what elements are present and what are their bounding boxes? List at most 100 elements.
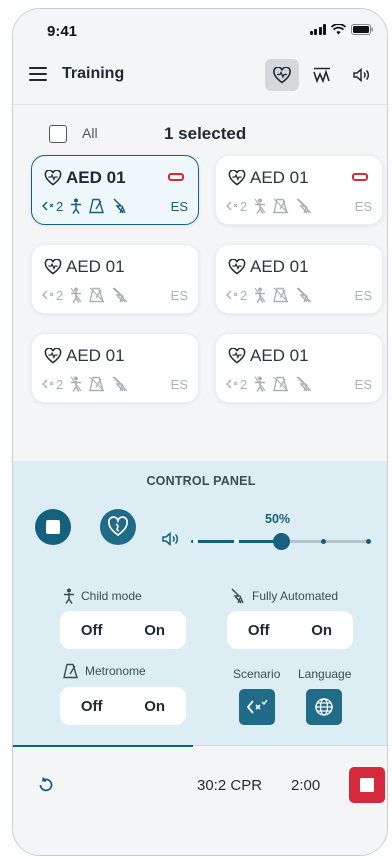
fully-automated-off[interactable]: Off <box>248 622 270 639</box>
device-header: AED 01 <box>44 168 126 188</box>
fully-automated-icon <box>296 287 312 303</box>
device-status-row: 2 ES <box>42 376 188 392</box>
heart-pulse-icon <box>44 170 62 186</box>
battery-alert-icon <box>168 173 184 181</box>
volume-slider[interactable] <box>191 533 371 550</box>
app-bar: Training <box>13 49 387 105</box>
device-status-row: 2 ES <box>42 198 188 214</box>
wave-monitor-icon <box>313 67 330 83</box>
volume-tick <box>366 539 371 544</box>
session-progress <box>13 745 194 747</box>
language-code: ES <box>170 287 188 303</box>
device-name: AED 01 <box>250 346 309 365</box>
stop-icon <box>46 520 60 534</box>
device-header: AED 01 <box>228 257 309 277</box>
device-header: AED 01 <box>228 168 309 188</box>
child-mode-toggle[interactable]: Off On <box>60 611 186 649</box>
heart-pulse-icon <box>44 259 62 275</box>
device-status-row: 2 ES <box>42 287 188 303</box>
compression-ratio-icon <box>226 201 238 211</box>
metronome-icon <box>89 376 105 392</box>
control-panel-title: CONTROL PANEL <box>146 474 256 488</box>
device-card[interactable]: AED 01 2 ES <box>215 155 383 225</box>
reset-icon[interactable] <box>37 776 55 794</box>
compression-ratio-icon <box>42 379 54 389</box>
language-button[interactable] <box>306 689 342 725</box>
device-card[interactable]: AED 01 2 ES <box>215 333 383 403</box>
bottom-bar: 30:2 CPR 2:00 <box>13 745 387 855</box>
language-code: ES <box>354 287 372 303</box>
heart-pulse-button[interactable] <box>265 59 299 91</box>
child-icon <box>71 198 82 214</box>
ratio-indicator: 2 <box>226 199 247 214</box>
app-bar-actions <box>265 59 379 91</box>
child-mode-label: Child mode <box>63 588 142 604</box>
language-code: ES <box>354 376 372 392</box>
language-code: ES <box>354 198 372 214</box>
stop-all-button[interactable] <box>35 509 71 545</box>
device-status-row: 2 ES <box>226 376 372 392</box>
volume-value: 50% <box>265 512 291 526</box>
device-card[interactable]: AED 01 2 ES <box>31 244 199 314</box>
ratio-indicator: 2 <box>226 377 247 392</box>
stop-session-button[interactable] <box>349 767 385 803</box>
metronome-toggle[interactable]: Off On <box>60 687 186 725</box>
heart-pulse-icon <box>44 348 62 364</box>
wave-monitor-button[interactable] <box>305 59 339 91</box>
fully-automated-icon <box>112 376 128 392</box>
ratio-indicator: 2 <box>42 199 63 214</box>
volume-slider-thumb[interactable] <box>273 533 290 550</box>
status-time: 9:41 <box>47 23 78 40</box>
hamburger-menu-icon[interactable] <box>29 67 47 81</box>
device-card[interactable]: AED 01 2 ES <box>31 155 199 225</box>
metronome-on[interactable]: On <box>144 698 165 715</box>
language-label: Language <box>298 667 352 681</box>
heart-pulse-icon <box>273 66 291 84</box>
child-mode-on[interactable]: On <box>144 622 165 639</box>
metronome-label: Metronome <box>63 663 146 679</box>
fully-automated-toggle[interactable]: Off On <box>227 611 353 649</box>
ratio-value: 2 <box>240 287 248 303</box>
ratio-indicator: 2 <box>42 288 63 303</box>
device-status-row: 2 ES <box>226 198 372 214</box>
language-code: ES <box>170 198 188 214</box>
device-name: AED 01 <box>66 257 125 276</box>
status-bar: 9:41 <box>13 9 387 49</box>
select-all-checkbox[interactable] <box>49 125 67 143</box>
device-card[interactable]: AED 01 2 ES <box>31 333 199 403</box>
ratio-indicator: 2 <box>226 288 247 303</box>
volume-icon <box>162 531 178 547</box>
fully-automated-icon <box>113 198 126 214</box>
device-grid: AED 01 2 ES AED 01 2 ES AED 01 2 ES AED 01 2 ES AED … <box>31 155 387 403</box>
child-mode-off[interactable]: Off <box>81 622 103 639</box>
fully-automated-on[interactable]: On <box>311 622 332 639</box>
device-header: AED 01 <box>44 346 125 366</box>
ratio-value: 2 <box>56 198 64 214</box>
volume-tick <box>193 539 198 544</box>
child-icon <box>70 376 82 392</box>
ratio-value: 2 <box>240 376 248 392</box>
child-icon <box>70 287 82 303</box>
fully-automated-icon <box>296 376 312 392</box>
fully-automated-icon <box>112 287 128 303</box>
scenario-label: Scenario <box>233 667 281 681</box>
volume-tick <box>234 539 239 544</box>
compression-ratio-icon <box>42 290 54 300</box>
fully-automated-label: Fully Automated <box>230 588 338 604</box>
ratio-value: 2 <box>56 287 64 303</box>
volume-tick <box>321 539 326 544</box>
metronome-icon <box>89 198 105 214</box>
heart-shock-button[interactable] <box>100 509 136 545</box>
scenario-button[interactable] <box>239 689 275 725</box>
device-name: AED 01 <box>250 168 309 187</box>
device-card[interactable]: AED 01 2 ES <box>215 244 383 314</box>
metronome-off[interactable]: Off <box>81 698 103 715</box>
child-icon <box>254 198 266 214</box>
speaker-button[interactable] <box>345 59 379 91</box>
session-timer: 2:00 <box>291 777 321 794</box>
ratio-value: 2 <box>240 198 248 214</box>
heart-pulse-icon <box>228 170 246 186</box>
heart-pulse-icon <box>228 259 246 275</box>
child-icon <box>254 287 266 303</box>
ratio-value: 2 <box>56 376 64 392</box>
